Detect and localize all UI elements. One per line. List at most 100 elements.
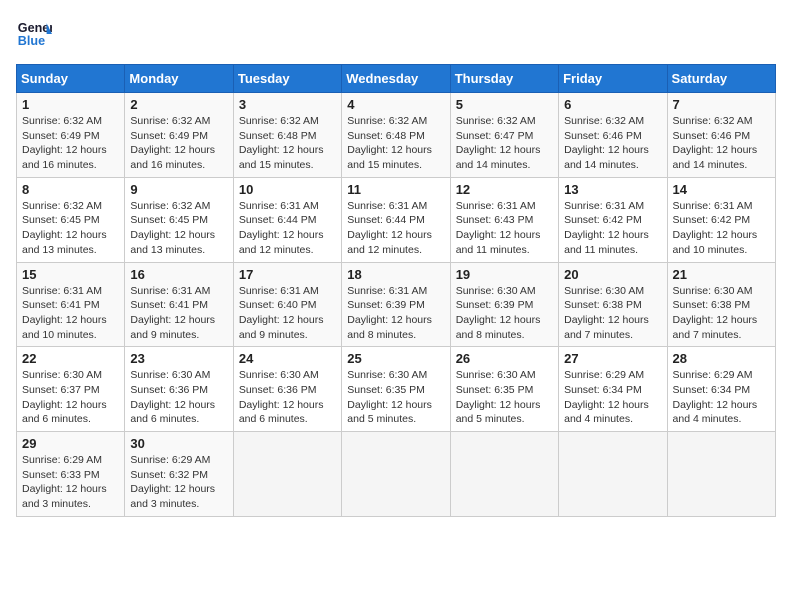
day-info: Sunrise: 6:32 AMSunset: 6:48 PMDaylight:… bbox=[239, 114, 336, 173]
weekday-header: Friday bbox=[559, 65, 667, 93]
day-info: Sunrise: 6:31 AMSunset: 6:44 PMDaylight:… bbox=[239, 199, 336, 258]
day-number: 4 bbox=[347, 97, 444, 112]
day-info: Sunrise: 6:32 AMSunset: 6:46 PMDaylight:… bbox=[673, 114, 770, 173]
day-info: Sunrise: 6:30 AMSunset: 6:37 PMDaylight:… bbox=[22, 368, 119, 427]
day-number: 11 bbox=[347, 182, 444, 197]
day-number: 13 bbox=[564, 182, 661, 197]
day-number: 19 bbox=[456, 267, 553, 282]
calendar-cell bbox=[667, 432, 775, 517]
day-info: Sunrise: 6:29 AMSunset: 6:34 PMDaylight:… bbox=[564, 368, 661, 427]
day-number: 1 bbox=[22, 97, 119, 112]
day-info: Sunrise: 6:31 AMSunset: 6:43 PMDaylight:… bbox=[456, 199, 553, 258]
day-number: 24 bbox=[239, 351, 336, 366]
day-number: 8 bbox=[22, 182, 119, 197]
day-number: 9 bbox=[130, 182, 227, 197]
weekday-header: Saturday bbox=[667, 65, 775, 93]
calendar-table: SundayMondayTuesdayWednesdayThursdayFrid… bbox=[16, 64, 776, 517]
day-info: Sunrise: 6:30 AMSunset: 6:36 PMDaylight:… bbox=[239, 368, 336, 427]
calendar-cell: 7 Sunrise: 6:32 AMSunset: 6:46 PMDaylight… bbox=[667, 93, 775, 178]
day-number: 7 bbox=[673, 97, 770, 112]
calendar-cell: 25 Sunrise: 6:30 AMSunset: 6:35 PMDayligh… bbox=[342, 347, 450, 432]
calendar-week-row: 22Sunrise: 6:30 AMSunset: 6:37 PMDayligh… bbox=[17, 347, 776, 432]
day-info: Sunrise: 6:31 AMSunset: 6:40 PMDaylight:… bbox=[239, 284, 336, 343]
calendar-cell: 22Sunrise: 6:30 AMSunset: 6:37 PMDayligh… bbox=[17, 347, 125, 432]
calendar-cell: 26 Sunrise: 6:30 AMSunset: 6:35 PMDayligh… bbox=[450, 347, 558, 432]
day-info: Sunrise: 6:30 AMSunset: 6:39 PMDaylight:… bbox=[456, 284, 553, 343]
weekday-header-row: SundayMondayTuesdayWednesdayThursdayFrid… bbox=[17, 65, 776, 93]
day-info: Sunrise: 6:32 AMSunset: 6:45 PMDaylight:… bbox=[130, 199, 227, 258]
day-info: Sunrise: 6:32 AMSunset: 6:49 PMDaylight:… bbox=[22, 114, 119, 173]
calendar-week-row: 29Sunrise: 6:29 AMSunset: 6:33 PMDayligh… bbox=[17, 432, 776, 517]
day-number: 3 bbox=[239, 97, 336, 112]
calendar-cell: 19 Sunrise: 6:30 AMSunset: 6:39 PMDayligh… bbox=[450, 262, 558, 347]
calendar-cell: 1 Sunrise: 6:32 AMSunset: 6:49 PMDaylight… bbox=[17, 93, 125, 178]
calendar-cell bbox=[559, 432, 667, 517]
calendar-cell bbox=[233, 432, 341, 517]
calendar-cell: 11 Sunrise: 6:31 AMSunset: 6:44 PMDayligh… bbox=[342, 177, 450, 262]
calendar-cell: 30Sunrise: 6:29 AMSunset: 6:32 PMDayligh… bbox=[125, 432, 233, 517]
calendar-cell: 2 Sunrise: 6:32 AMSunset: 6:49 PMDaylight… bbox=[125, 93, 233, 178]
day-number: 18 bbox=[347, 267, 444, 282]
day-info: Sunrise: 6:30 AMSunset: 6:35 PMDaylight:… bbox=[456, 368, 553, 427]
day-info: Sunrise: 6:32 AMSunset: 6:47 PMDaylight:… bbox=[456, 114, 553, 173]
logo-icon: General Blue bbox=[16, 16, 52, 52]
calendar-cell bbox=[450, 432, 558, 517]
svg-text:Blue: Blue bbox=[18, 34, 45, 48]
day-number: 30 bbox=[130, 436, 227, 451]
day-info: Sunrise: 6:31 AMSunset: 6:44 PMDaylight:… bbox=[347, 199, 444, 258]
day-number: 5 bbox=[456, 97, 553, 112]
day-number: 27 bbox=[564, 351, 661, 366]
calendar-cell: 27 Sunrise: 6:29 AMSunset: 6:34 PMDayligh… bbox=[559, 347, 667, 432]
day-info: Sunrise: 6:31 AMSunset: 6:39 PMDaylight:… bbox=[347, 284, 444, 343]
day-number: 26 bbox=[456, 351, 553, 366]
calendar-cell: 29Sunrise: 6:29 AMSunset: 6:33 PMDayligh… bbox=[17, 432, 125, 517]
calendar-cell: 13 Sunrise: 6:31 AMSunset: 6:42 PMDayligh… bbox=[559, 177, 667, 262]
calendar-cell: 23 Sunrise: 6:30 AMSunset: 6:36 PMDayligh… bbox=[125, 347, 233, 432]
day-info: Sunrise: 6:31 AMSunset: 6:42 PMDaylight:… bbox=[564, 199, 661, 258]
day-number: 16 bbox=[130, 267, 227, 282]
day-number: 23 bbox=[130, 351, 227, 366]
day-info: Sunrise: 6:30 AMSunset: 6:36 PMDaylight:… bbox=[130, 368, 227, 427]
calendar-week-row: 8 Sunrise: 6:32 AMSunset: 6:45 PMDaylight… bbox=[17, 177, 776, 262]
calendar-cell: 10Sunrise: 6:31 AMSunset: 6:44 PMDayligh… bbox=[233, 177, 341, 262]
calendar-cell: 18 Sunrise: 6:31 AMSunset: 6:39 PMDayligh… bbox=[342, 262, 450, 347]
day-info: Sunrise: 6:30 AMSunset: 6:38 PMDaylight:… bbox=[673, 284, 770, 343]
day-number: 14 bbox=[673, 182, 770, 197]
day-number: 21 bbox=[673, 267, 770, 282]
day-number: 20 bbox=[564, 267, 661, 282]
day-info: Sunrise: 6:31 AMSunset: 6:42 PMDaylight:… bbox=[673, 199, 770, 258]
weekday-header: Tuesday bbox=[233, 65, 341, 93]
calendar-cell: 8Sunrise: 6:32 AMSunset: 6:45 PMDaylight… bbox=[17, 177, 125, 262]
day-info: Sunrise: 6:31 AMSunset: 6:41 PMDaylight:… bbox=[22, 284, 119, 343]
logo: General Blue bbox=[16, 16, 52, 52]
calendar-cell: 28Sunrise: 6:29 AMSunset: 6:34 PMDayligh… bbox=[667, 347, 775, 432]
day-number: 2 bbox=[130, 97, 227, 112]
calendar-cell: 3 Sunrise: 6:32 AMSunset: 6:48 PMDaylight… bbox=[233, 93, 341, 178]
calendar-cell: 5 Sunrise: 6:32 AMSunset: 6:47 PMDaylight… bbox=[450, 93, 558, 178]
calendar-cell: 6Sunrise: 6:32 AMSunset: 6:46 PMDaylight… bbox=[559, 93, 667, 178]
weekday-header: Monday bbox=[125, 65, 233, 93]
day-number: 25 bbox=[347, 351, 444, 366]
weekday-header: Thursday bbox=[450, 65, 558, 93]
calendar-cell: 24 Sunrise: 6:30 AMSunset: 6:36 PMDayligh… bbox=[233, 347, 341, 432]
weekday-header: Wednesday bbox=[342, 65, 450, 93]
day-number: 17 bbox=[239, 267, 336, 282]
calendar-week-row: 15Sunrise: 6:31 AMSunset: 6:41 PMDayligh… bbox=[17, 262, 776, 347]
day-info: Sunrise: 6:31 AMSunset: 6:41 PMDaylight:… bbox=[130, 284, 227, 343]
day-info: Sunrise: 6:32 AMSunset: 6:48 PMDaylight:… bbox=[347, 114, 444, 173]
header: General Blue bbox=[16, 16, 776, 52]
calendar-cell: 17 Sunrise: 6:31 AMSunset: 6:40 PMDayligh… bbox=[233, 262, 341, 347]
calendar-cell: 16 Sunrise: 6:31 AMSunset: 6:41 PMDayligh… bbox=[125, 262, 233, 347]
calendar-cell bbox=[342, 432, 450, 517]
calendar-body: 1 Sunrise: 6:32 AMSunset: 6:49 PMDaylight… bbox=[17, 93, 776, 517]
day-info: Sunrise: 6:30 AMSunset: 6:38 PMDaylight:… bbox=[564, 284, 661, 343]
day-number: 12 bbox=[456, 182, 553, 197]
calendar-cell: 20 Sunrise: 6:30 AMSunset: 6:38 PMDayligh… bbox=[559, 262, 667, 347]
day-info: Sunrise: 6:32 AMSunset: 6:49 PMDaylight:… bbox=[130, 114, 227, 173]
calendar-cell: 14 Sunrise: 6:31 AMSunset: 6:42 PMDayligh… bbox=[667, 177, 775, 262]
calendar-header: SundayMondayTuesdayWednesdayThursdayFrid… bbox=[17, 65, 776, 93]
calendar-cell: 12 Sunrise: 6:31 AMSunset: 6:43 PMDayligh… bbox=[450, 177, 558, 262]
calendar-cell: 15Sunrise: 6:31 AMSunset: 6:41 PMDayligh… bbox=[17, 262, 125, 347]
calendar-cell: 21 Sunrise: 6:30 AMSunset: 6:38 PMDayligh… bbox=[667, 262, 775, 347]
day-info: Sunrise: 6:30 AMSunset: 6:35 PMDaylight:… bbox=[347, 368, 444, 427]
